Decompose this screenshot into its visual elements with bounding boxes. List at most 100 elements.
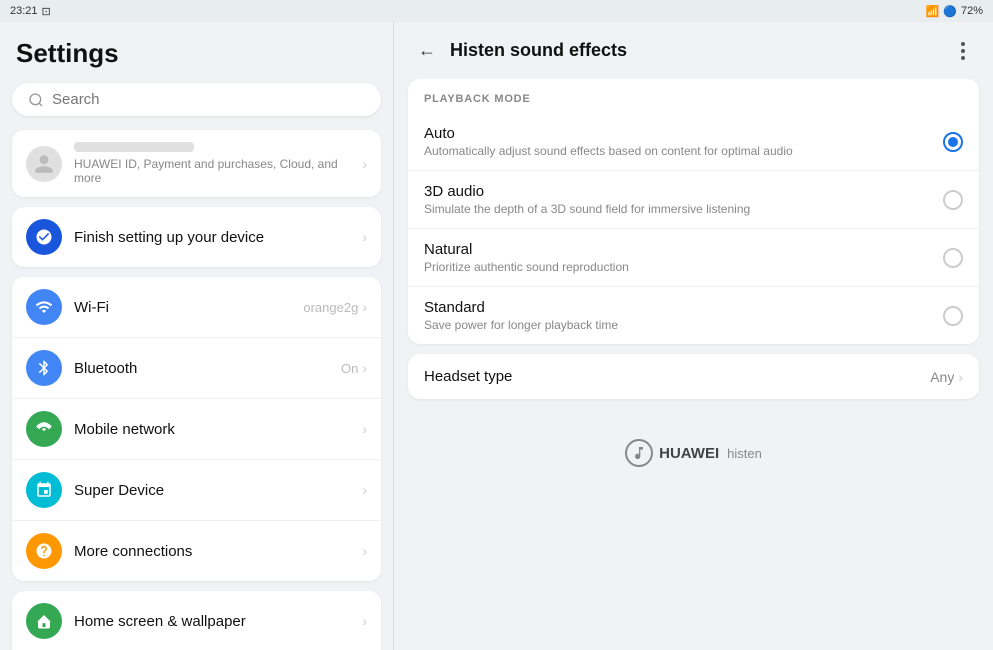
- finish-setup-chevron: ›: [362, 229, 367, 245]
- playback-3d-text: 3D audio Simulate the depth of a 3D soun…: [424, 183, 943, 216]
- wifi-chevron: ›: [362, 299, 367, 315]
- avatar: [26, 146, 62, 182]
- wifi-value: orange2g: [303, 300, 358, 315]
- playback-auto-desc: Automatically adjust sound effects based…: [424, 144, 943, 158]
- more-connections-icon: [26, 533, 62, 569]
- headset-type-chevron: ›: [958, 369, 963, 385]
- settings-title: Settings: [12, 38, 381, 69]
- account-sublabel: HUAWEI ID, Payment and purchases, Cloud,…: [74, 157, 362, 185]
- bluetooth-text: Bluetooth: [74, 360, 341, 377]
- histen-brand-label: histen: [727, 446, 762, 461]
- playback-standard-radio[interactable]: [943, 306, 963, 326]
- headset-type-right: Any ›: [930, 369, 963, 385]
- playback-auto-text: Auto Automatically adjust sound effects …: [424, 125, 943, 158]
- finish-setup-item[interactable]: Finish setting up your device ›: [12, 207, 381, 267]
- super-device-item[interactable]: Super Device ›: [12, 460, 381, 521]
- main-layout: Settings HUAWEI ID, Payment and purchase…: [0, 22, 993, 650]
- mobile-network-icon: [26, 411, 62, 447]
- huawei-brand-label: HUAWEI: [659, 445, 719, 462]
- home-screen-text: Home screen & wallpaper: [74, 613, 362, 630]
- playback-3d-desc: Simulate the depth of a 3D sound field f…: [424, 202, 943, 216]
- more-dot-2: [961, 49, 965, 53]
- more-connections-text: More connections: [74, 543, 362, 560]
- account-chevron: ›: [362, 156, 367, 172]
- mobile-network-item[interactable]: Mobile network ›: [12, 399, 381, 460]
- histen-brand-icon: [625, 439, 653, 467]
- super-device-text: Super Device: [74, 482, 362, 499]
- more-options-button[interactable]: [953, 38, 973, 64]
- playback-natural-desc: Prioritize authentic sound reproduction: [424, 260, 943, 274]
- histen-branding: HUAWEI histen: [408, 419, 979, 487]
- playback-mode-label: PLAYBACK MODE: [408, 79, 979, 113]
- more-connections-item[interactable]: More connections ›: [12, 521, 381, 581]
- home-screen-label: Home screen & wallpaper: [74, 613, 362, 630]
- right-content: PLAYBACK MODE Auto Automatically adjust …: [394, 79, 993, 650]
- histen-logo: HUAWEI histen: [625, 439, 762, 467]
- super-device-icon: [26, 472, 62, 508]
- status-bar: 23:21 ⊡ 📶 🔵 72%: [0, 0, 993, 22]
- bluetooth-chevron: ›: [362, 360, 367, 376]
- more-dot-1: [961, 42, 965, 46]
- mobile-network-chevron: ›: [362, 421, 367, 437]
- more-connections-right: ›: [362, 543, 367, 559]
- network-card: Wi-Fi orange2g › Bluetooth On: [12, 277, 381, 581]
- status-bar-left: 23:21 ⊡: [10, 5, 51, 18]
- finish-setup-label: Finish setting up your device: [74, 229, 362, 246]
- sync-icon: ⊡: [42, 5, 51, 18]
- wifi-status-icon: 🔵: [943, 5, 957, 18]
- search-bar[interactable]: [12, 83, 381, 116]
- playback-natural-item[interactable]: Natural Prioritize authentic sound repro…: [408, 229, 979, 287]
- finish-setup-icon: [26, 219, 62, 255]
- super-device-right: ›: [362, 482, 367, 498]
- more-connections-chevron: ›: [362, 543, 367, 559]
- wifi-item[interactable]: Wi-Fi orange2g ›: [12, 277, 381, 338]
- time-display: 23:21: [10, 5, 38, 17]
- home-screen-icon: [26, 603, 62, 639]
- search-input[interactable]: [52, 91, 365, 108]
- mobile-network-text: Mobile network: [74, 421, 362, 438]
- finish-setup-card: Finish setting up your device ›: [12, 207, 381, 267]
- home-screen-item[interactable]: Home screen & wallpaper ›: [12, 591, 381, 650]
- radio-inner-auto: [948, 137, 958, 147]
- playback-3d-item[interactable]: 3D audio Simulate the depth of a 3D soun…: [408, 171, 979, 229]
- headset-type-item[interactable]: Headset type Any ›: [408, 354, 979, 399]
- playback-auto-radio[interactable]: [943, 132, 963, 152]
- right-panel: ← Histen sound effects PLAYBACK MODE Aut…: [394, 22, 993, 650]
- playback-3d-title: 3D audio: [424, 183, 943, 200]
- playback-3d-radio[interactable]: [943, 190, 963, 210]
- playback-mode-card: PLAYBACK MODE Auto Automatically adjust …: [408, 79, 979, 344]
- wifi-text: Wi-Fi: [74, 299, 303, 316]
- bluetooth-item[interactable]: Bluetooth On ›: [12, 338, 381, 399]
- left-panel: Settings HUAWEI ID, Payment and purchase…: [0, 22, 393, 650]
- bluetooth-value-group: On ›: [341, 360, 367, 376]
- playback-natural-radio[interactable]: [943, 248, 963, 268]
- more-connections-label: More connections: [74, 543, 362, 560]
- super-device-label: Super Device: [74, 482, 362, 499]
- search-icon: [28, 92, 44, 108]
- playback-standard-title: Standard: [424, 299, 943, 316]
- playback-standard-text: Standard Save power for longer playback …: [424, 299, 943, 332]
- playback-auto-title: Auto: [424, 125, 943, 142]
- bluetooth-label: Bluetooth: [74, 360, 341, 377]
- mobile-network-right: ›: [362, 421, 367, 437]
- mobile-network-label: Mobile network: [74, 421, 362, 438]
- wifi-icon: [26, 289, 62, 325]
- right-header: ← Histen sound effects: [394, 22, 993, 79]
- signal-icon: 📶: [926, 5, 940, 18]
- headset-type-label: Headset type: [424, 368, 930, 385]
- finish-setup-text: Finish setting up your device: [74, 229, 362, 246]
- playback-standard-item[interactable]: Standard Save power for longer playback …: [408, 287, 979, 344]
- account-item[interactable]: HUAWEI ID, Payment and purchases, Cloud,…: [12, 130, 381, 197]
- wifi-value-group: orange2g ›: [303, 299, 367, 315]
- more-dot-3: [961, 56, 965, 60]
- playback-natural-text: Natural Prioritize authentic sound repro…: [424, 241, 943, 274]
- back-button[interactable]: ←: [414, 36, 440, 65]
- right-panel-title: Histen sound effects: [450, 40, 627, 61]
- playback-auto-item[interactable]: Auto Automatically adjust sound effects …: [408, 113, 979, 171]
- wifi-label: Wi-Fi: [74, 299, 303, 316]
- home-screen-chevron: ›: [362, 613, 367, 629]
- headset-type-card: Headset type Any ›: [408, 354, 979, 399]
- headset-type-value: Any: [930, 369, 954, 385]
- status-bar-right: 📶 🔵 72%: [926, 5, 983, 18]
- playback-natural-title: Natural: [424, 241, 943, 258]
